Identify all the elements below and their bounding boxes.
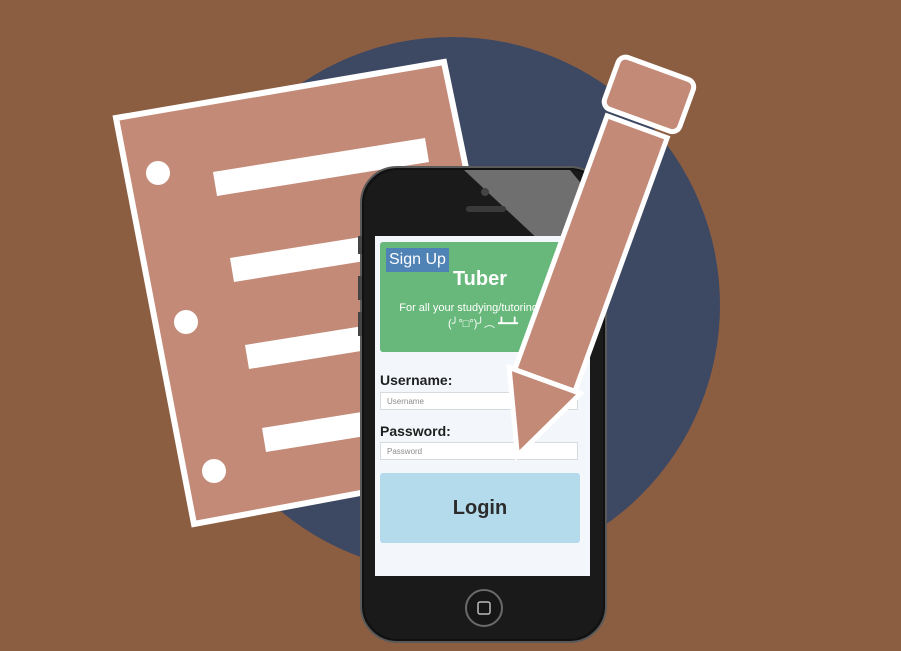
password-label: Password: <box>380 423 451 439</box>
username-label: Username: <box>380 372 453 388</box>
app-banner: Sign Up Tuber For all your studying/tuto… <box>380 242 580 352</box>
home-button-icon <box>465 589 503 627</box>
notepad-hole <box>146 161 170 185</box>
side-button <box>358 312 362 336</box>
password-input[interactable] <box>380 442 578 460</box>
notepad-hole <box>174 310 198 334</box>
speaker-grille <box>466 206 506 212</box>
side-button <box>358 276 362 300</box>
username-input[interactable] <box>380 392 578 410</box>
app-tagline: For all your studying/tutoring woes (╯°□… <box>399 302 567 330</box>
phone-screen: Sign Up Tuber For all your studying/tuto… <box>375 236 590 576</box>
notepad-hole <box>202 459 226 483</box>
app-title: Tuber <box>452 268 508 290</box>
side-button <box>358 236 362 254</box>
front-camera <box>481 188 489 196</box>
login-button[interactable]: Login <box>380 473 580 543</box>
